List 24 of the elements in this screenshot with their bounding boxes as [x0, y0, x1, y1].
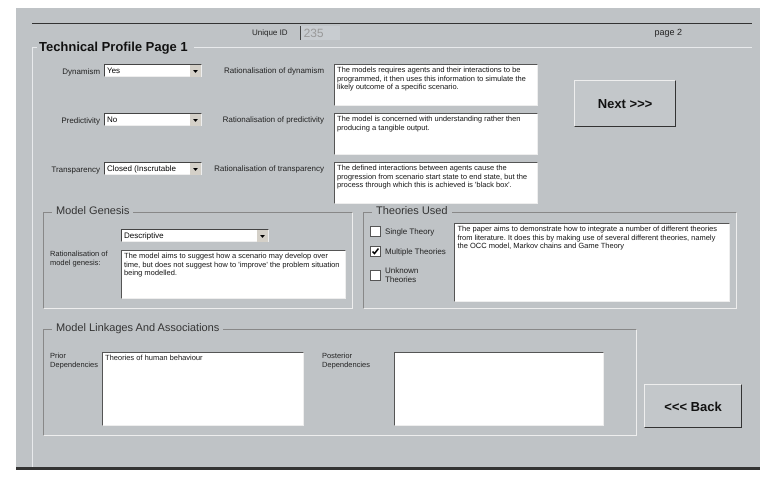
dropdown-field[interactable]: Closed (Inscrutable — [104, 162, 202, 175]
field-label: Rationalisation of predictivity — [222, 115, 324, 124]
checkbox-label[interactable]: Multiple Theories — [385, 247, 446, 256]
dropdown-field[interactable]: Yes — [104, 64, 202, 77]
unique-id-label: Unique ID — [252, 28, 288, 37]
dropdown-field[interactable]: Descriptive — [121, 229, 269, 242]
field-label: Predictivity — [60, 116, 100, 125]
checkbox[interactable] — [370, 270, 381, 280]
field-label: Dynamism — [61, 67, 100, 76]
checkbox[interactable] — [370, 226, 381, 237]
next-button[interactable]: Next >>> — [574, 80, 676, 127]
group-title: Model Linkages And Associations — [52, 322, 224, 334]
page-number: page 2 — [654, 27, 682, 37]
field-label: Rationalisation of transparency — [213, 164, 324, 173]
dropdown-field[interactable]: No — [104, 113, 202, 126]
field-label: Transparency — [50, 165, 100, 174]
checkbox[interactable] — [370, 246, 381, 257]
checkbox-label[interactable]: Unknown Theories — [384, 266, 452, 284]
checkbox-label[interactable]: Single Theory — [385, 227, 434, 236]
group-title: Model Genesis — [52, 205, 134, 217]
group-title: Theories Used — [372, 205, 452, 217]
section-title: Technical Profile Page 1 — [37, 39, 194, 54]
back-button[interactable]: <<< Back — [644, 384, 742, 428]
field-label: Rationalisation of dynamism — [222, 66, 324, 75]
